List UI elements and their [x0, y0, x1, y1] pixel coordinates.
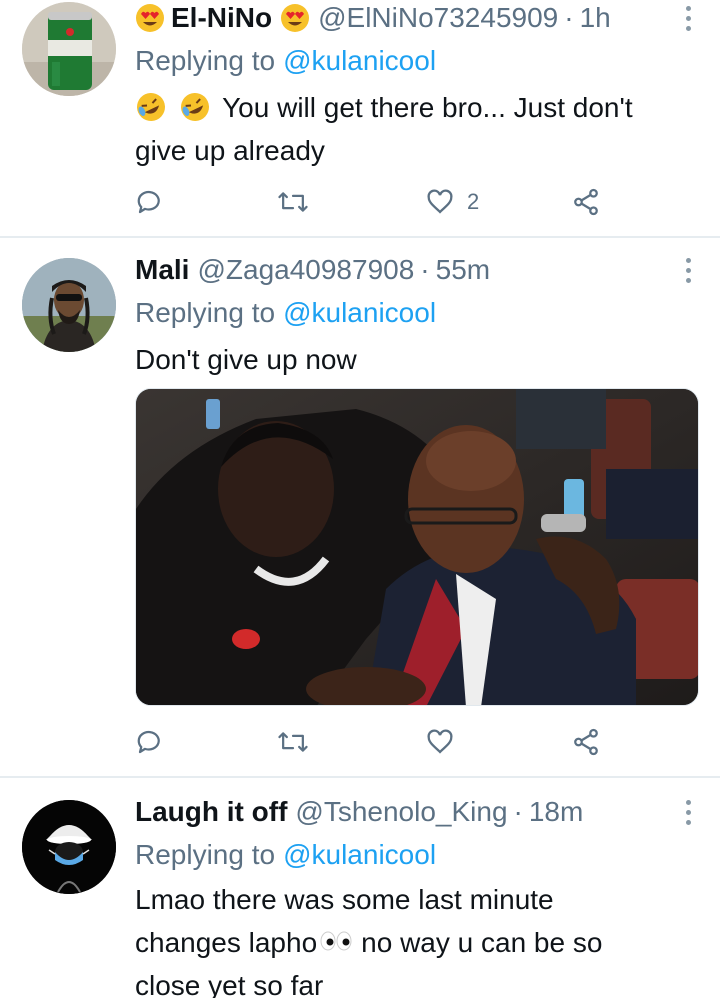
more-options-icon[interactable]: [678, 2, 698, 34]
tweet-text: Don't give up now: [135, 338, 695, 381]
display-name[interactable]: El-NiNo: [135, 1, 310, 35]
share-icon: [574, 188, 598, 216]
handle-time: @ElNiNo73245909 · 1h: [318, 1, 611, 35]
user-handle[interactable]: @ElNiNo73245909: [318, 1, 558, 35]
timestamp[interactable]: 55m: [436, 253, 490, 287]
rofl-emoji-icon: [180, 93, 209, 121]
retweet-button[interactable]: [277, 182, 309, 222]
replying-to: Replying to @kulanicool: [135, 296, 436, 330]
tweet-2[interactable]: Mali @Zaga40987908 · 55m Replying to @kul…: [0, 238, 720, 776]
tweet-text-line: Lmao there was some last minute: [135, 884, 554, 915]
replying-to: Replying to @kulanicool: [135, 838, 436, 872]
tweet-actions: 2: [135, 182, 635, 222]
handle-time: @Zaga40987908 · 55m: [197, 253, 490, 287]
display-name[interactable]: Laugh it off: [135, 795, 287, 829]
tweet-header: El-NiNo @ElNiNo73245909 · 1h: [135, 0, 660, 38]
reply-icon: [137, 730, 160, 754]
like-count: 2: [467, 189, 480, 214]
rofl-emoji-icon: [137, 93, 165, 121]
tweet-text-line: close yet so far: [135, 970, 324, 998]
replying-label: Replying to: [135, 839, 276, 870]
tweet-text-line: You will get there bro... Just don't: [222, 92, 633, 123]
tweet-text: Lmao there was some last minute changes …: [135, 878, 695, 998]
reply-icon: [137, 190, 160, 214]
share-icon: [574, 728, 598, 756]
reply-button[interactable]: [135, 722, 165, 762]
replying-to: Replying to @kulanicool: [135, 44, 436, 78]
tweet-header: Mali @Zaga40987908 · 55m: [135, 250, 660, 290]
tweet-text-line: changes lapho: [135, 927, 318, 958]
tweet-3[interactable]: Laugh it off @Tshenolo_King · 18m Replyi…: [0, 778, 720, 998]
like-button[interactable]: 2: [425, 182, 479, 222]
avatar-image: [22, 258, 116, 352]
tweet-1[interactable]: El-NiNo @ElNiNo73245909 · 1h Replying to…: [0, 0, 720, 236]
heineken-can-avatar-image: [22, 2, 116, 96]
reply-button[interactable]: [135, 182, 165, 222]
eyes-emoji-icon: [320, 931, 352, 951]
retweet-button[interactable]: [277, 722, 309, 762]
replying-label: Replying to: [135, 45, 276, 76]
heart-icon: [427, 729, 453, 754]
heart-eyes-emoji-icon: [281, 4, 310, 32]
tweet-text-line: Don't give up now: [135, 344, 357, 375]
user-handle[interactable]: @Zaga40987908: [197, 253, 414, 287]
tweet-text-line: give up already: [135, 135, 325, 166]
like-button[interactable]: [425, 722, 455, 762]
share-button[interactable]: [571, 182, 601, 222]
heart-icon: [427, 189, 453, 214]
avatar[interactable]: [22, 258, 116, 352]
separator: ·: [564, 2, 574, 33]
separator: ·: [513, 796, 523, 827]
user-handle[interactable]: @Tshenolo_King: [295, 795, 507, 829]
avatar[interactable]: [22, 800, 116, 894]
display-name[interactable]: Mali: [135, 253, 189, 287]
tweet-text: You will get there bro... Just don't giv…: [135, 86, 695, 172]
more-options-icon[interactable]: [678, 254, 698, 286]
timestamp[interactable]: 1h: [580, 1, 611, 35]
media-photo-image: [136, 389, 698, 705]
timestamp[interactable]: 18m: [529, 795, 583, 829]
display-name-text: El-NiNo: [171, 2, 273, 33]
tweet-actions: [135, 722, 635, 762]
more-options-icon[interactable]: [678, 796, 698, 828]
heart-eyes-emoji-icon: [136, 4, 164, 32]
tweet-header: Laugh it off @Tshenolo_King · 18m: [135, 792, 660, 832]
mention-link[interactable]: @kulanicool: [283, 839, 436, 870]
share-button[interactable]: [571, 722, 601, 762]
handle-time: @Tshenolo_King · 18m: [295, 795, 583, 829]
mention-link[interactable]: @kulanicool: [283, 297, 436, 328]
replying-label: Replying to: [135, 297, 276, 328]
retweet-icon: [278, 192, 308, 212]
separator: ·: [420, 254, 430, 285]
tweet-text-line: no way u can be so: [361, 927, 603, 958]
mention-link[interactable]: @kulanicool: [283, 45, 436, 76]
tweet-media-photo[interactable]: [135, 388, 699, 706]
retweet-icon: [278, 732, 308, 752]
avatar[interactable]: [22, 2, 116, 96]
avatar-image: [22, 800, 116, 894]
